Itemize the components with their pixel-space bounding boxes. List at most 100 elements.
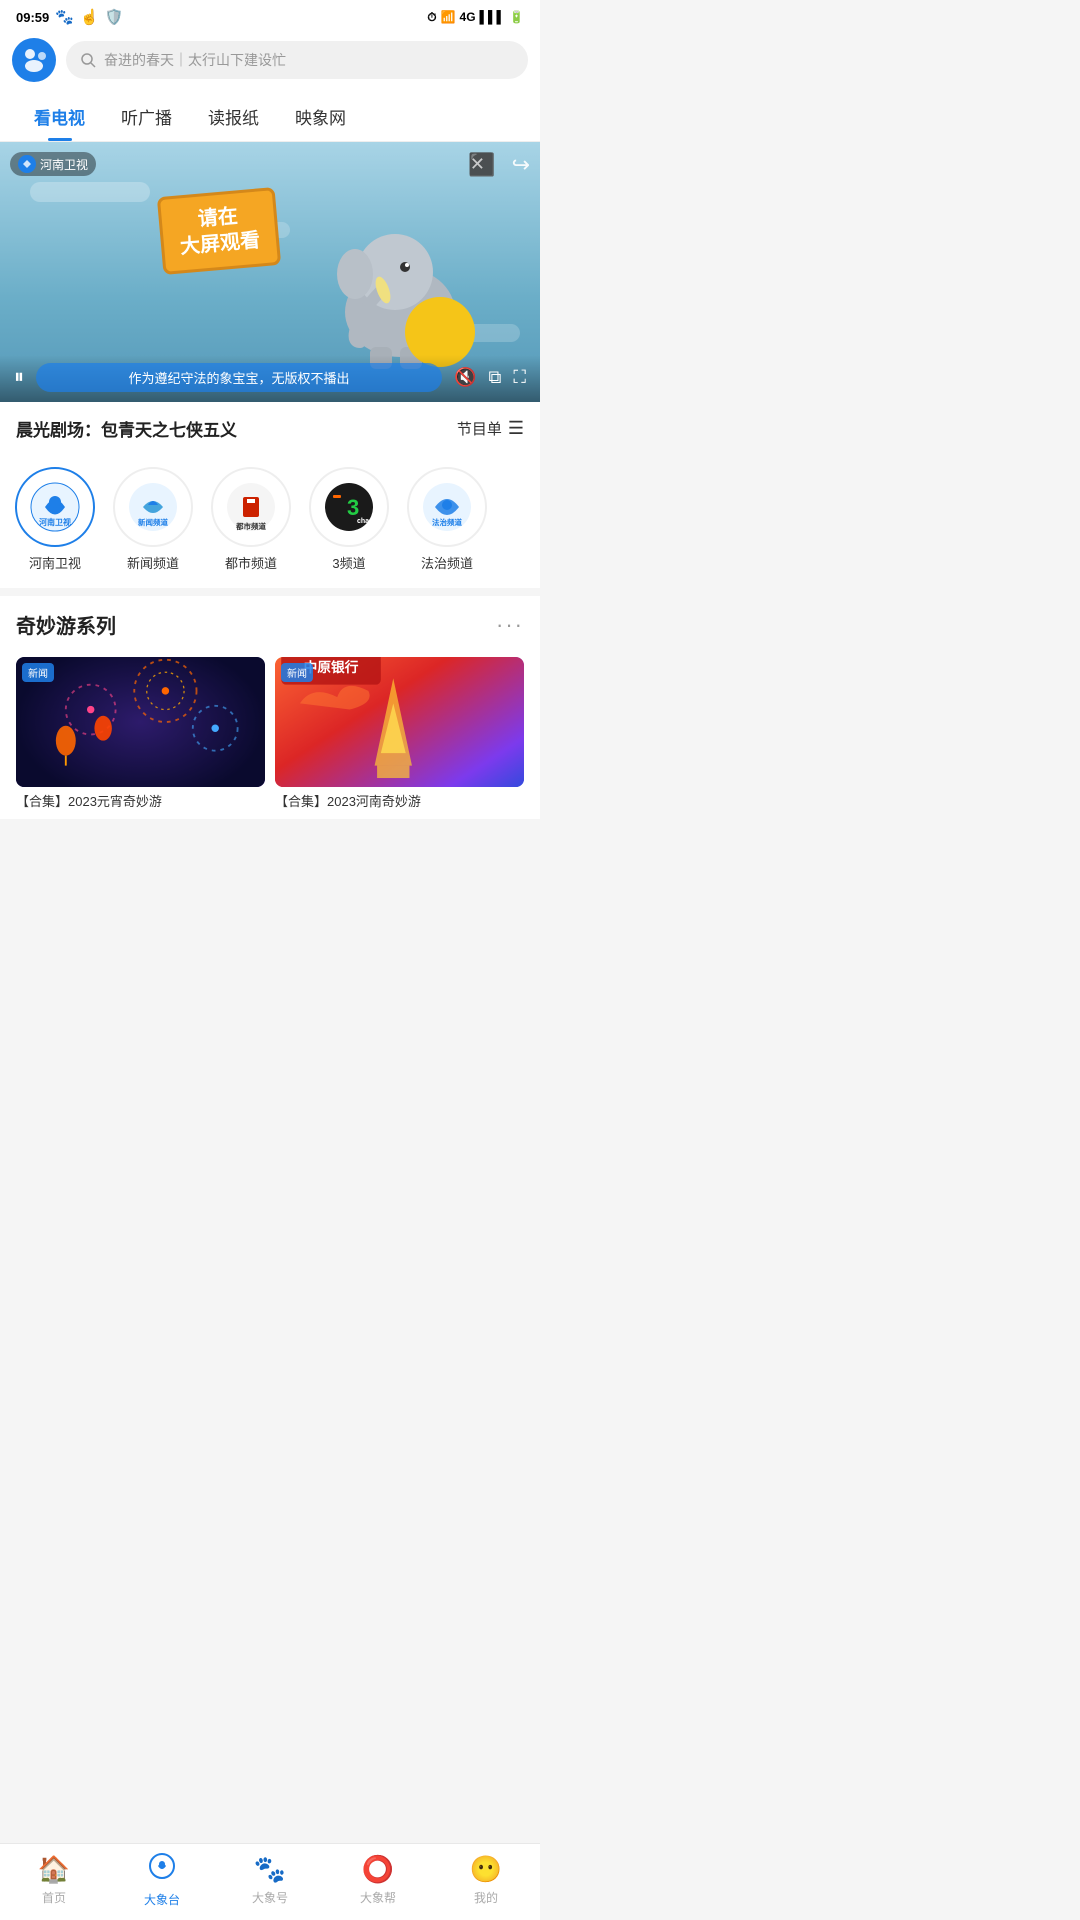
video-controls: ⏸ 作为遵纪守法的象宝宝，无版权不播出 🔇 ⧉ ⛶ [0, 355, 540, 402]
channel-name-henan: 河南卫视 [29, 553, 81, 572]
channel-name-ch3: 3频道 [332, 553, 365, 572]
schedule-button[interactable]: 节目单 ☰ [457, 418, 524, 439]
pip-icon[interactable]: ⧉ [489, 367, 502, 388]
timer-icon: ⏱ [427, 10, 436, 25]
card-title-2: 【合集】2023河南奇妙游 [275, 787, 524, 811]
channel-logo-fazhi: 法治频道 [407, 467, 487, 547]
home-icon: 🏠 [38, 1854, 70, 1885]
subtitle-text: 作为遵纪守法的象宝宝，无版权不播出 [129, 371, 350, 386]
wifi-icon: 📶 [441, 10, 456, 24]
finger-icon: ☝️ [80, 8, 99, 26]
bottom-nav: 🏠 首页 大象台 🐾 大象号 ⭕ 大象帮 😶 我的 [0, 1843, 540, 1920]
pause-button[interactable]: ⏸ [14, 366, 24, 389]
program-name: 晨光剧场：包青天之七侠五义 [16, 416, 237, 441]
channel-logo-city: 都市频道 [211, 467, 291, 547]
nav-item-mine[interactable]: 😶 我的 [432, 1854, 540, 1906]
signal-4g: 4G [460, 10, 476, 24]
daxiangbang-icon: ⭕ [362, 1854, 394, 1885]
subtitle-bar: 作为遵纪守法的象宝宝，无版权不播出 [36, 363, 442, 392]
thumb-fireworks: 新闻 [16, 657, 265, 787]
nav-label-mine: 我的 [474, 1889, 498, 1906]
battery-icon: 🔋 [509, 10, 524, 24]
channel-logo-henan: 河南卫视 [15, 467, 95, 547]
svg-text:3: 3 [347, 495, 359, 520]
bottom-spacer [0, 827, 540, 907]
app-logo[interactable] [12, 38, 56, 82]
channel-item-news[interactable]: 新闻频道 新闻频道 [108, 467, 198, 572]
mute-icon[interactable]: 🔇 [454, 367, 476, 388]
thumb-badge-1: 新闻 [22, 663, 54, 682]
program-title: 晨光剧场：包青天之七侠五义 节目单 ☰ [0, 402, 540, 455]
nav-label-home: 首页 [42, 1889, 66, 1906]
content-thumb-1: 新闻 [16, 657, 265, 787]
content-card-2[interactable]: 中原银行 新闻 【合集】2023河南奇妙游 [275, 657, 524, 811]
status-bar: 09:59 🐾 ☝️ 🛡️ ⏱ 📶 4G ▌▌▌ 🔋 [0, 0, 540, 30]
qimiao-section: 奇妙游系列 ··· [0, 596, 540, 827]
channel-name-news: 新闻频道 [127, 553, 179, 572]
content-grid: 新闻 【合集】2023元宵奇妙游 [0, 649, 540, 819]
sign-text: 请在大屏观看 [179, 205, 261, 258]
channel-item-fazhi[interactable]: 法治频道 法治频道 [402, 467, 492, 572]
channel-name-city: 都市频道 [225, 553, 277, 572]
svg-text:法治频道: 法治频道 [432, 517, 462, 527]
video-container: 河南卫视 ⬛ ↪ 请在大屏观看 [0, 142, 540, 402]
section-header: 奇妙游系列 ··· [0, 596, 540, 649]
svg-text:河南卫视: 河南卫视 [39, 517, 71, 527]
time: 09:59 [16, 10, 49, 25]
nav-label-daxianghao: 大象号 [252, 1889, 288, 1906]
channel-list: 河南卫视 河南卫视 新闻频道 新闻频道 都市频道 [0, 455, 540, 588]
channel-logo-ch3: 3 channel [309, 467, 389, 547]
search-bar[interactable]: 奋进的春天｜太行山下建设忙 [66, 41, 528, 79]
tab-tv[interactable]: 看电视 [16, 92, 103, 141]
henan-logo-svg: 河南卫视 [25, 477, 85, 537]
channel-item-henan[interactable]: 河南卫视 河南卫视 [10, 467, 100, 572]
channel-logo-news: 新闻频道 [113, 467, 193, 547]
channel-name-fazhi: 法治频道 [421, 553, 473, 572]
channel-item-ch3[interactable]: 3 channel 3频道 [304, 467, 394, 572]
nav-item-daxiangbang[interactable]: ⭕ 大象帮 [324, 1854, 432, 1906]
section-more-button[interactable]: ··· [496, 612, 524, 638]
paw-icon: 🐾 [55, 8, 74, 26]
status-left: 09:59 🐾 ☝️ 🛡️ [16, 8, 123, 26]
svg-text:都市频道: 都市频道 [235, 521, 266, 531]
channel-item-city[interactable]: 都市频道 都市频道 [206, 467, 296, 572]
logo-icon [20, 46, 48, 74]
daxiangtai-icon [148, 1852, 176, 1887]
nav-item-daxianghao[interactable]: 🐾 大象号 [216, 1854, 324, 1906]
video-area[interactable]: 河南卫视 ⬛ ↪ 请在大屏观看 [0, 142, 540, 402]
tab-newspaper[interactable]: 读报纸 [190, 92, 277, 141]
nav-item-daxiangtai[interactable]: 大象台 [108, 1852, 216, 1908]
header: 奋进的春天｜太行山下建设忙 [0, 30, 540, 92]
nav-label-daxiangtai: 大象台 [144, 1891, 180, 1908]
content-card-1[interactable]: 新闻 【合集】2023元宵奇妙游 [16, 657, 265, 811]
ch3-logo-svg: 3 channel [319, 477, 379, 537]
section-title: 奇妙游系列 [16, 610, 116, 639]
daxiangtai-svg [148, 1852, 176, 1880]
svg-text:channel: channel [357, 518, 379, 525]
ctrl-right: 🔇 ⧉ ⛶ [454, 367, 526, 388]
schedule-label: 节目单 [457, 418, 502, 439]
schedule-icon: ☰ [508, 418, 524, 439]
cloud-1 [30, 182, 150, 202]
city-logo-svg: 都市频道 [221, 477, 281, 537]
thumb-badge-2: 新闻 [281, 663, 313, 682]
close-overlay-icon[interactable]: ✕ [470, 154, 485, 175]
nav-tabs: 看电视 听广播 读报纸 映象网 [0, 92, 540, 142]
signal-bars: ▌▌▌ [480, 10, 506, 24]
nav-label-daxiangbang: 大象帮 [360, 1889, 396, 1906]
shield-icon: 🛡️ [105, 8, 124, 26]
thumb-festival: 中原银行 新闻 [275, 657, 524, 787]
tab-radio[interactable]: 听广播 [103, 92, 190, 141]
nav-item-home[interactable]: 🏠 首页 [0, 1854, 108, 1906]
fullscreen-icon[interactable]: ⛶ [513, 367, 526, 388]
status-right: ⏱ 📶 4G ▌▌▌ 🔋 [427, 10, 524, 25]
content-thumb-2: 中原银行 新闻 [275, 657, 524, 787]
card-title-1: 【合集】2023元宵奇妙游 [16, 787, 265, 811]
tab-yingxiang[interactable]: 映象网 [277, 92, 364, 141]
search-icon [80, 52, 96, 68]
search-placeholder: 奋进的春天｜太行山下建设忙 [104, 50, 286, 70]
elephant-svg [320, 202, 480, 372]
mine-icon: 😶 [470, 1854, 502, 1885]
sign-display: 请在大屏观看 [157, 187, 281, 275]
news-logo-svg: 新闻频道 [123, 477, 183, 537]
